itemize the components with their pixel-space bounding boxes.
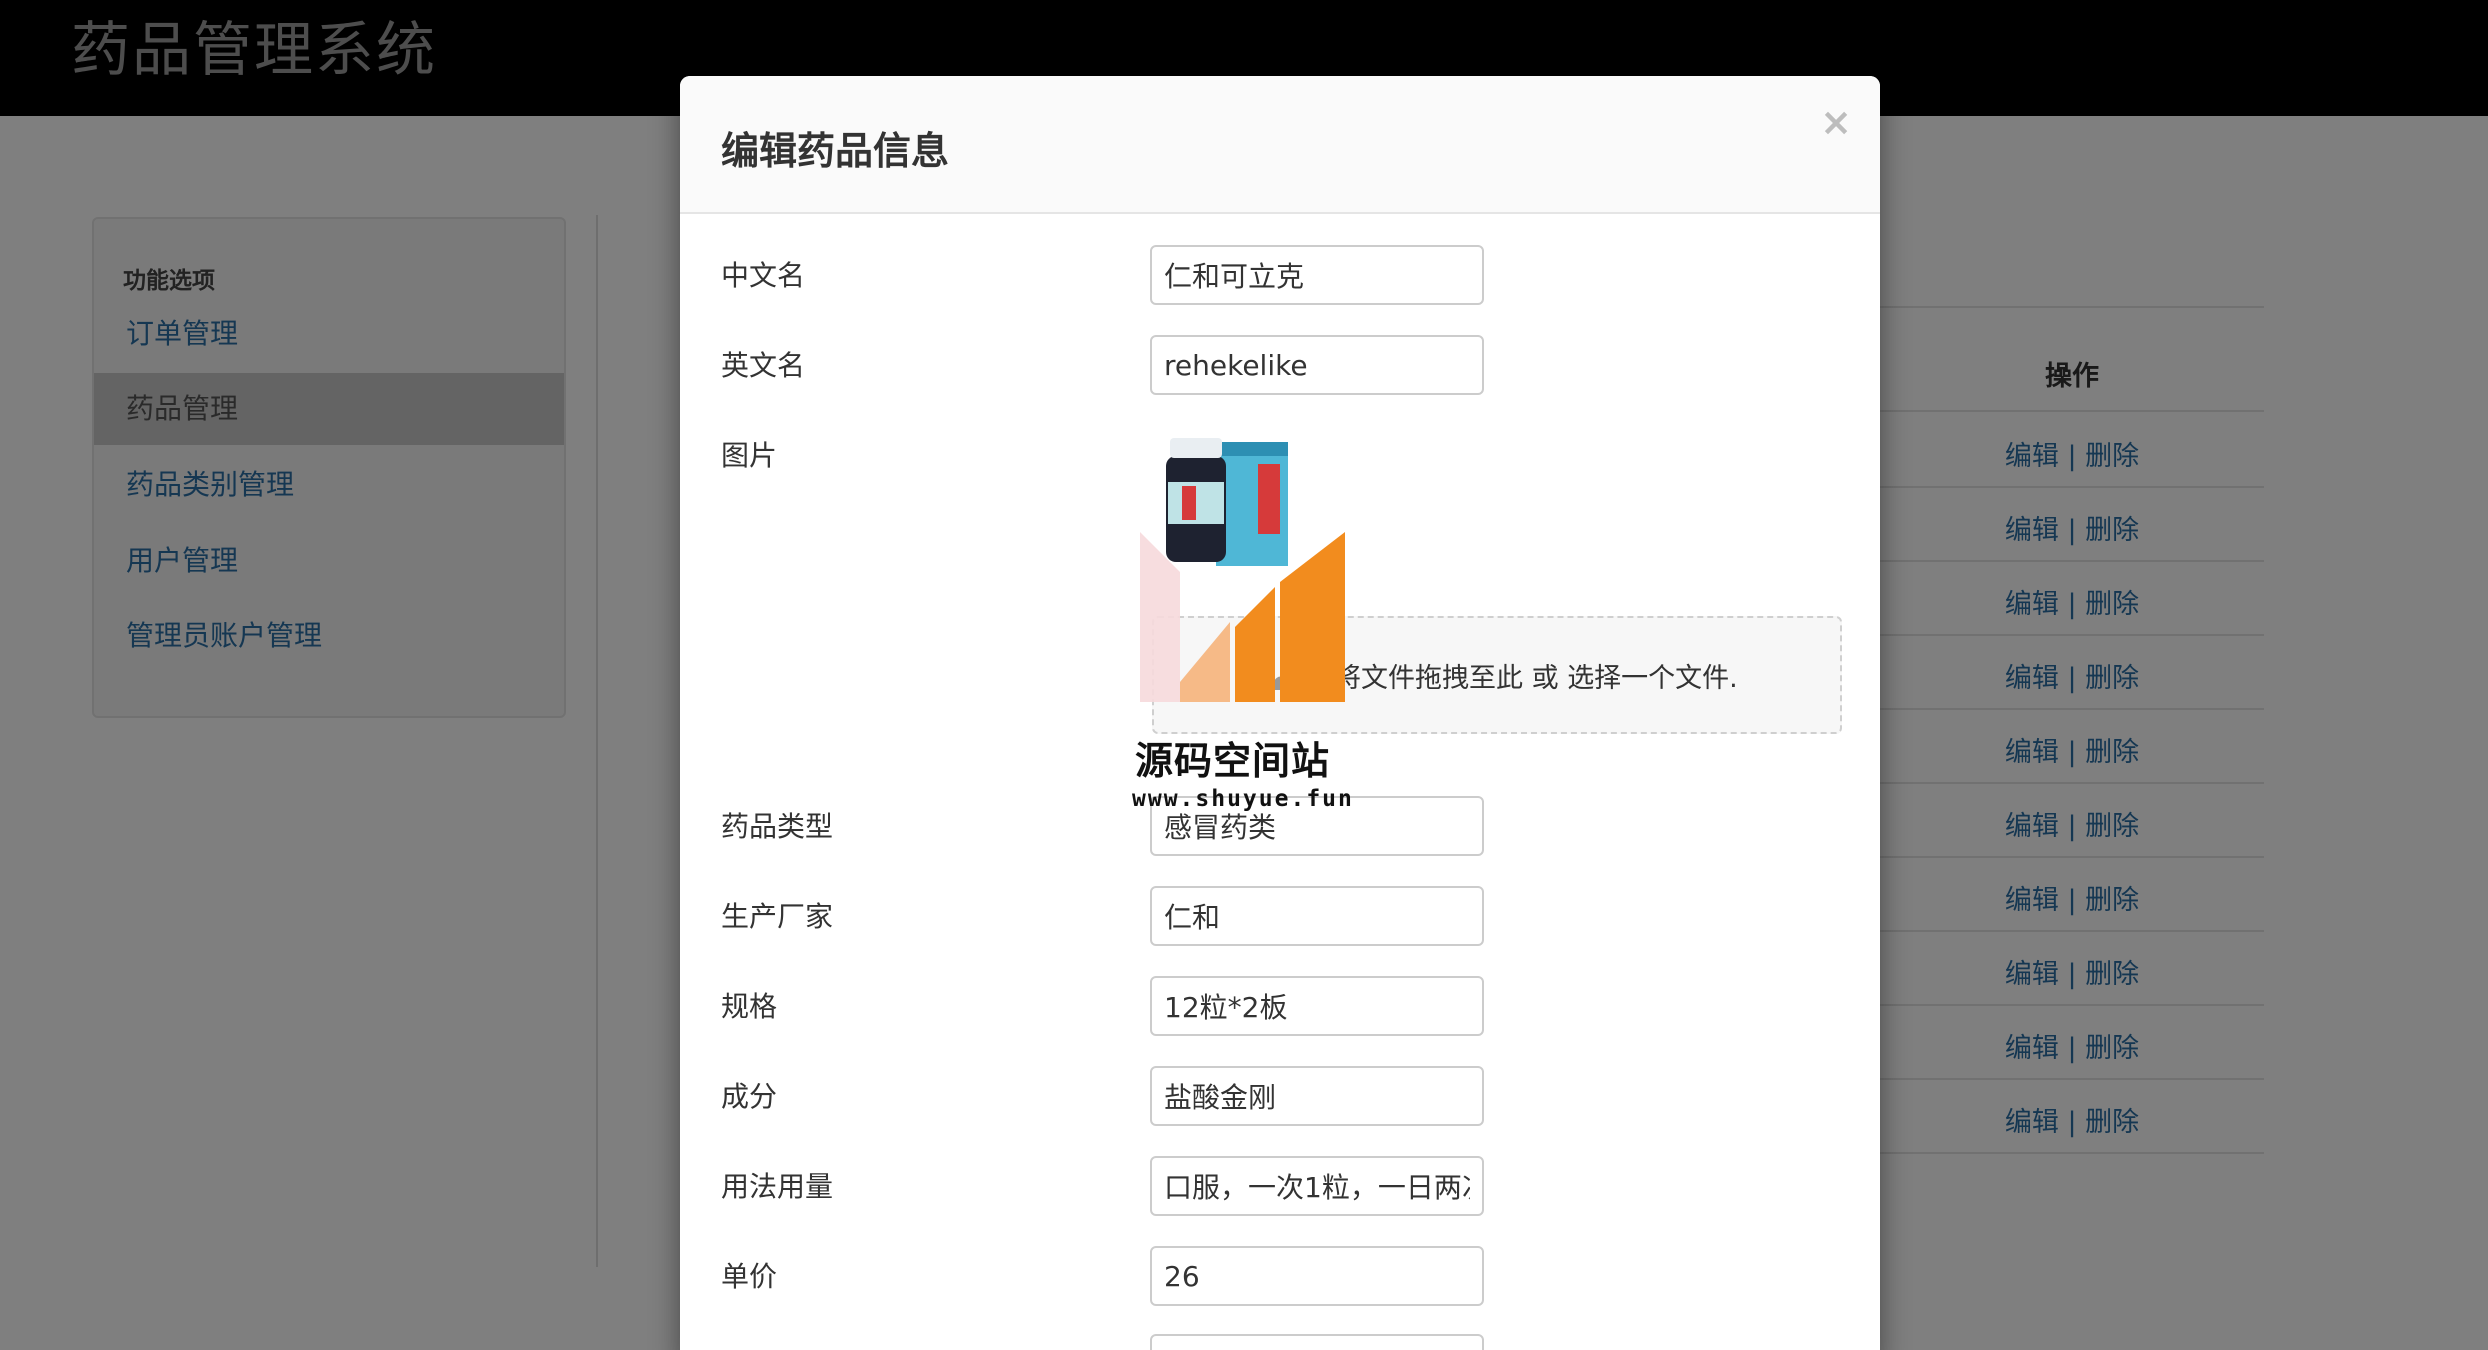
modal-header: 编辑药品信息 × <box>680 76 1880 214</box>
ingredient-label: 成分 <box>721 1080 778 1113</box>
spec-label: 规格 <box>721 990 778 1023</box>
image-label: 图片 <box>721 439 778 472</box>
cn-name-input[interactable] <box>1150 245 1484 305</box>
watermark-title: 源码空间站 <box>1135 739 1331 783</box>
edit-drug-modal: 编辑药品信息 × 中文名 英文名 图片 ☁ 将文件拖拽至此 或 选择一个文件. … <box>680 76 1880 1350</box>
category-label: 药品类型 <box>721 810 834 843</box>
en-name-label: 英文名 <box>721 349 806 382</box>
price-input[interactable] <box>1150 1246 1484 1306</box>
next-field-input[interactable] <box>1150 1334 1484 1350</box>
manufacturer-input[interactable] <box>1150 886 1484 946</box>
watermark-url: www.shuyue.fun <box>1132 786 1354 812</box>
price-label: 单价 <box>721 1260 778 1293</box>
ingredient-input[interactable] <box>1150 1066 1484 1126</box>
usage-label: 用法用量 <box>721 1170 834 1203</box>
usage-input[interactable] <box>1150 1156 1484 1216</box>
close-icon[interactable]: × <box>1820 100 1852 144</box>
dropzone-text: 将文件拖拽至此 或 选择一个文件. <box>1334 656 1738 695</box>
en-name-input[interactable] <box>1150 335 1484 395</box>
spec-input[interactable] <box>1150 976 1484 1036</box>
cn-name-label: 中文名 <box>721 259 806 292</box>
watermark-logo <box>1140 532 1345 702</box>
manufacturer-label: 生产厂家 <box>721 900 834 933</box>
choose-file-link[interactable]: 选择一个文件. <box>1567 663 1738 694</box>
dropzone-instruction: 将文件拖拽至此 或 <box>1334 663 1559 694</box>
modal-title: 编辑药品信息 <box>721 129 950 173</box>
